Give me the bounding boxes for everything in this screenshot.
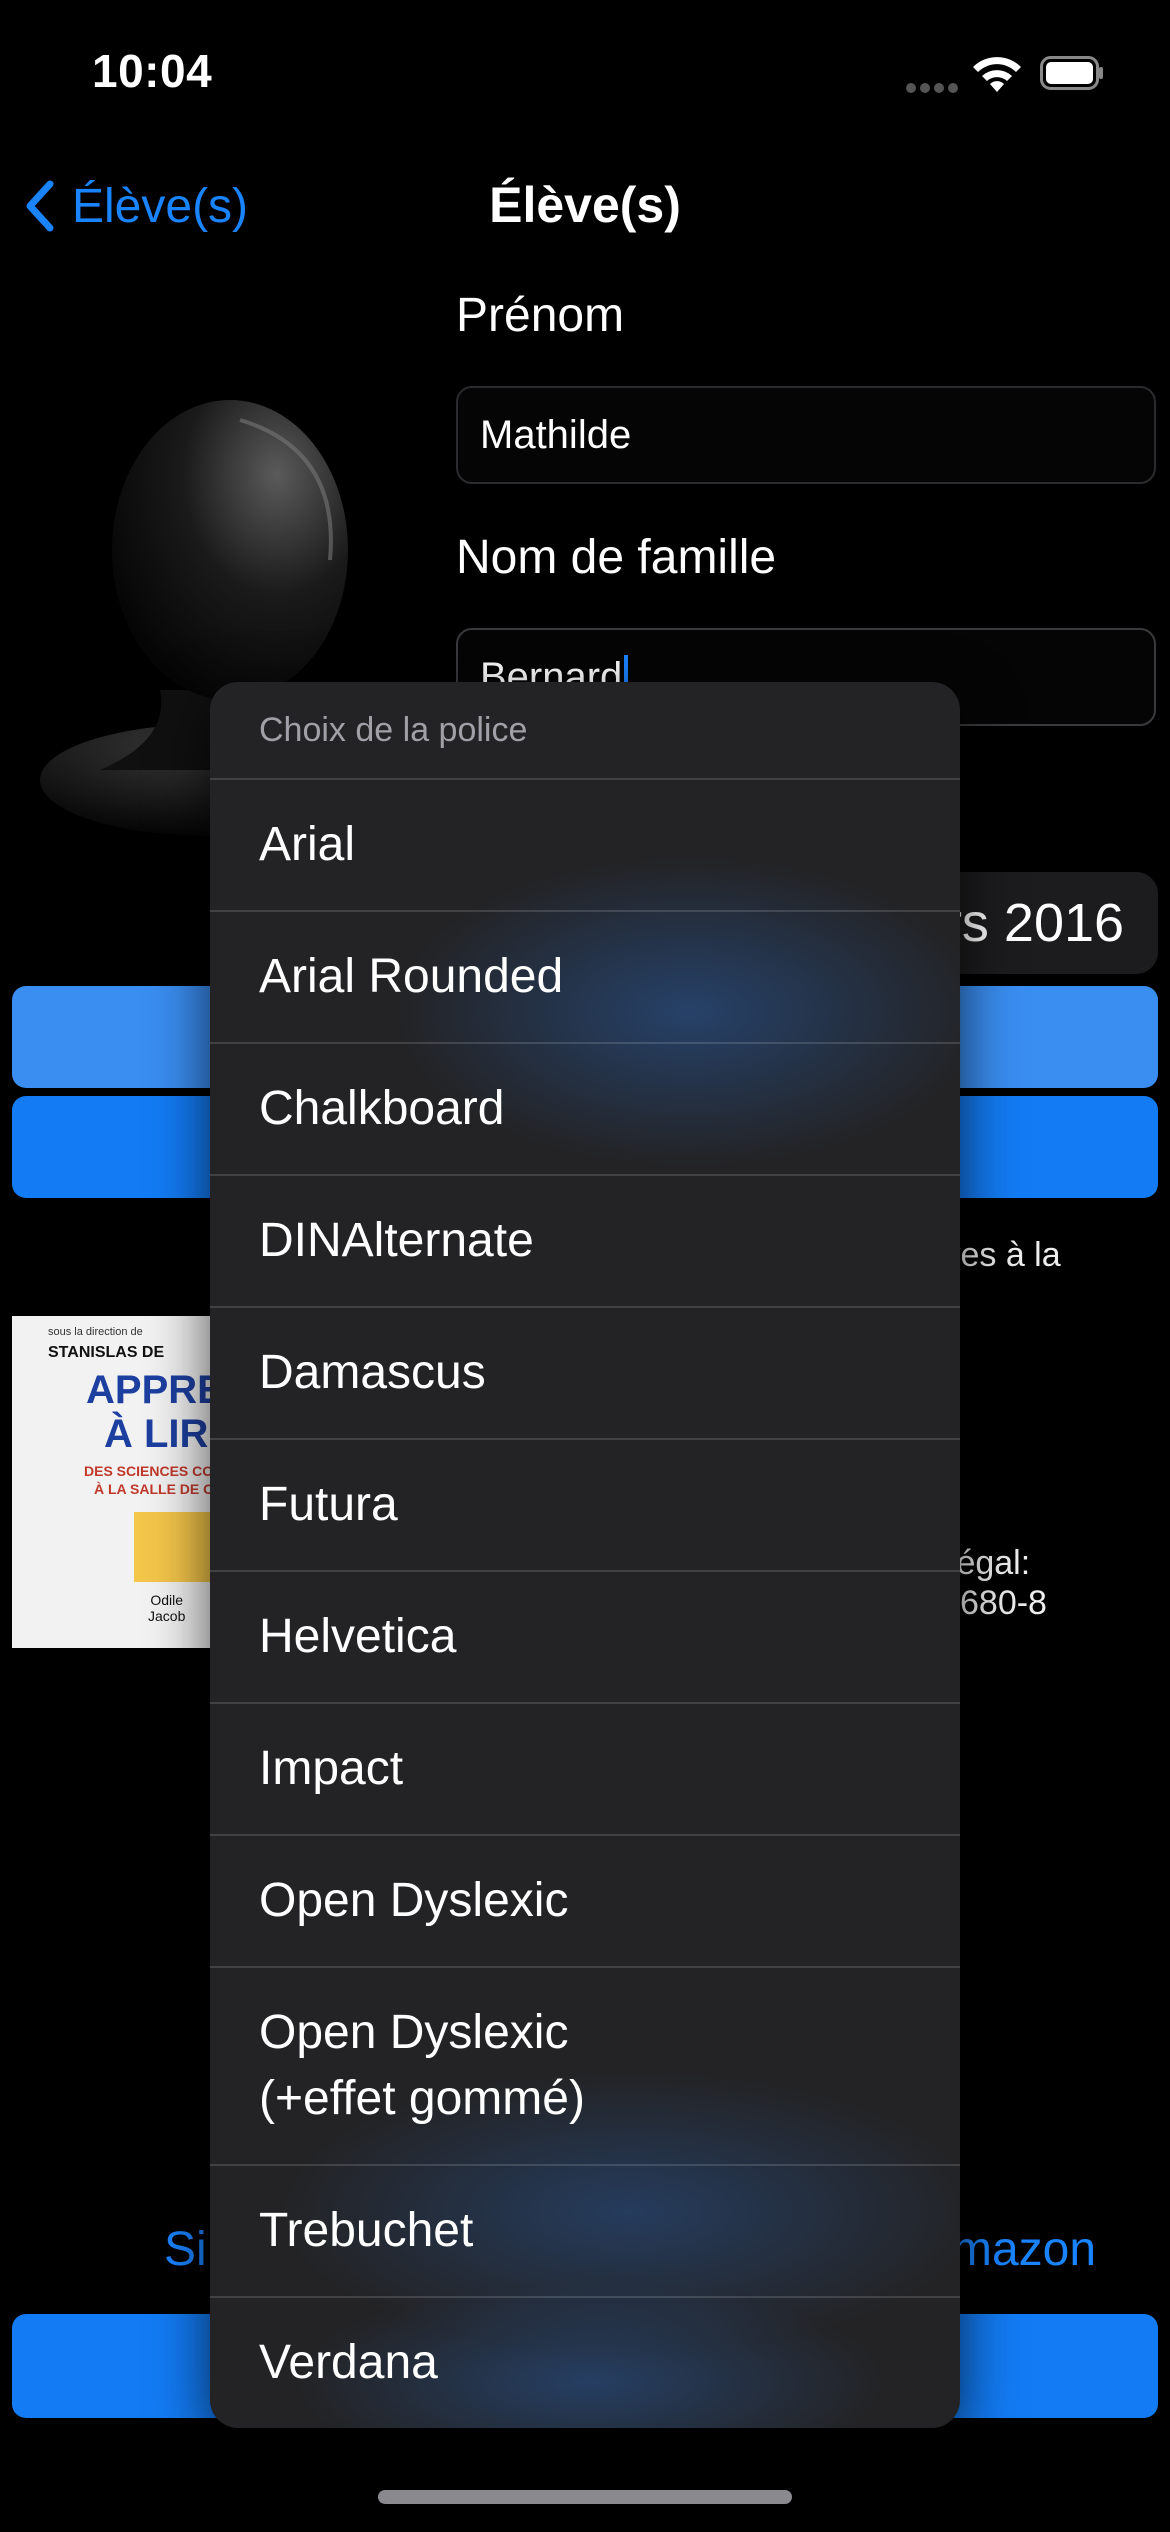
menu-item-open-dyslexic[interactable]: Open Dyslexic bbox=[210, 1836, 960, 1968]
menu-item-helvetica[interactable]: Helvetica bbox=[210, 1572, 960, 1704]
wifi-icon bbox=[970, 54, 1024, 99]
battery-icon bbox=[1040, 56, 1104, 90]
menu-header: Choix de la police bbox=[210, 682, 960, 780]
amazon-link[interactable]: mazon bbox=[952, 2222, 1096, 2277]
book-publisher: Odile Jacob bbox=[148, 1592, 185, 1624]
menu-item-dinalternate[interactable]: DINAlternate bbox=[210, 1176, 960, 1308]
menu-item-futura[interactable]: Futura bbox=[210, 1440, 960, 1572]
home-indicator[interactable] bbox=[378, 2490, 792, 2504]
book-desc-line-1: DES SCIENCES COG bbox=[84, 1463, 210, 1479]
menu-item-open-dyslexic-effet-gomme[interactable]: Open Dyslexic (+effet gommé) bbox=[210, 1968, 960, 2166]
back-button[interactable]: Élève(s) bbox=[24, 176, 248, 236]
font-choice-menu: Choix de la police Arial Arial Rounded C… bbox=[210, 682, 960, 2428]
menu-item-chalkboard[interactable]: Chalkboard bbox=[210, 1044, 960, 1176]
menu-item-verdana[interactable]: Verdana bbox=[210, 2298, 960, 2428]
website-link[interactable]: Si bbox=[164, 2222, 207, 2277]
cellular-signal-icon bbox=[906, 80, 962, 93]
first-name-value: Mathilde bbox=[480, 412, 632, 457]
back-button-label: Élève(s) bbox=[72, 179, 249, 233]
book-subtitle: sous la direction de bbox=[48, 1326, 143, 1338]
menu-item-impact[interactable]: Impact bbox=[210, 1704, 960, 1836]
chevron-left-icon bbox=[26, 180, 54, 232]
book-description: DES SCIENCES COG À LA SALLE DE C bbox=[84, 1462, 210, 1498]
last-name-label: Nom de famille bbox=[456, 531, 777, 584]
book-publisher-line-2: Jacob bbox=[148, 1608, 186, 1624]
first-name-field[interactable]: Mathilde bbox=[456, 386, 1156, 484]
book-illustration bbox=[134, 1512, 210, 1582]
legal-text-line-2: 680-8 bbox=[960, 1584, 1047, 1622]
first-name-label: Prénom bbox=[456, 289, 625, 342]
book-publisher-line-1: Odile bbox=[150, 1592, 184, 1608]
book-cover-image: sous la direction de STANISLAS DE APPREN… bbox=[12, 1316, 210, 1648]
menu-item-arial[interactable]: Arial bbox=[210, 780, 960, 912]
status-time: 10:04 bbox=[92, 45, 213, 97]
book-title: APPREN À LIR bbox=[86, 1368, 210, 1456]
birth-date-value: rs 2016 bbox=[943, 893, 1125, 953]
book-title-line-2: À LIR bbox=[104, 1412, 209, 1456]
book-desc-line-2: À LA SALLE DE C bbox=[94, 1481, 210, 1497]
book-author: STANISLAS DE bbox=[48, 1344, 165, 1361]
book-title-line-1: APPREN bbox=[86, 1368, 210, 1412]
menu-item-damascus[interactable]: Damascus bbox=[210, 1308, 960, 1440]
menu-item-arial-rounded[interactable]: Arial Rounded bbox=[210, 912, 960, 1044]
menu-item-trebuchet[interactable]: Trebuchet bbox=[210, 2166, 960, 2298]
